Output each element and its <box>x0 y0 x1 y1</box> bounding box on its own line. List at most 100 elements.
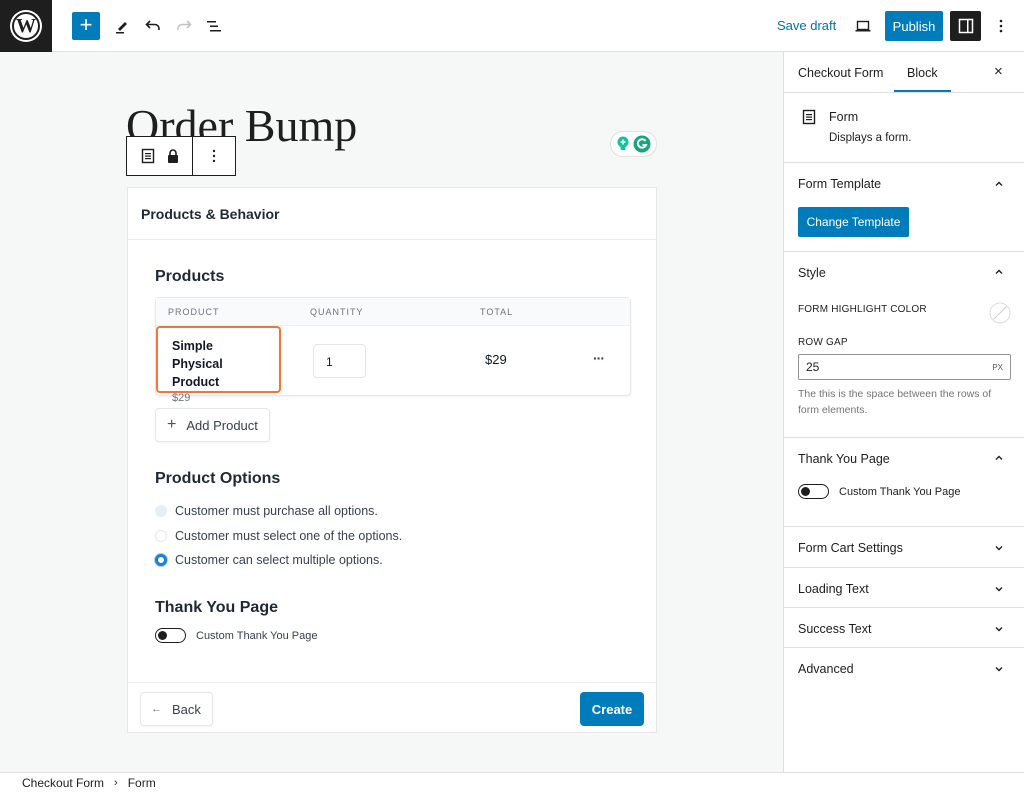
toggle-label: Custom Thank You Page <box>196 629 318 642</box>
back-label: Back <box>172 701 201 717</box>
row-gap-label: Row Gap <box>798 337 848 348</box>
radio-button-selected[interactable] <box>155 554 167 566</box>
radio-button[interactable] <box>155 530 167 542</box>
option-purchase-all[interactable]: Customer must purchase all options. <box>155 504 378 518</box>
chevron-right-icon: › <box>114 777 118 789</box>
more-vertical-icon <box>212 149 216 163</box>
create-button[interactable]: Create <box>580 692 644 726</box>
list-view-icon <box>207 21 221 32</box>
panel-form-template: Form Template Change Template <box>784 163 1024 252</box>
row-actions-menu[interactable]: ··· <box>593 350 605 366</box>
options-menu-button[interactable] <box>987 12 1015 40</box>
publish-button[interactable]: Publish <box>885 11 943 41</box>
chevron-down-icon <box>995 667 1003 672</box>
back-button[interactable]: ← Back <box>140 692 213 726</box>
wordpress-icon: W <box>12 12 40 40</box>
panel-title: Loading Text <box>798 582 869 596</box>
change-template-button[interactable]: Change Template <box>798 207 909 237</box>
preview-button[interactable] <box>849 12 877 40</box>
no-color-swatch[interactable] <box>989 302 1011 324</box>
redo-button[interactable] <box>170 12 198 40</box>
sidebar-tabs: Checkout Form Block × <box>784 52 1024 93</box>
lightbulb-icon <box>617 136 629 150</box>
column-header-total: TOTAL <box>480 307 514 317</box>
radio-button[interactable] <box>155 505 167 517</box>
row-total: $29 <box>485 352 507 367</box>
laptop-icon <box>855 20 871 32</box>
chevron-up-icon[interactable] <box>994 267 1004 277</box>
chevron-down-icon <box>995 587 1003 592</box>
custom-thank-you-toggle[interactable] <box>155 628 186 643</box>
panel-success-text[interactable]: Success Text <box>784 608 1024 648</box>
option-label: Customer must select one of the options. <box>175 529 403 543</box>
column-header-product: PRODUCT <box>168 307 220 317</box>
panel-title[interactable]: Form Template <box>798 177 881 191</box>
highlight-color-label: Form Highlight Color <box>798 304 927 315</box>
thank-you-heading: Thank You Page <box>155 599 278 616</box>
wordpress-logo-button[interactable]: W <box>0 0 52 52</box>
option-select-multiple[interactable]: Customer can select multiple options. <box>155 553 383 567</box>
block-description: Displays a form. <box>829 132 912 144</box>
custom-thank-you-toggle[interactable] <box>798 484 829 499</box>
undo-icon <box>145 20 160 30</box>
chevron-up-icon[interactable] <box>994 453 1004 463</box>
panel-title: Success Text <box>798 622 872 636</box>
option-label: Customer can select multiple options. <box>175 553 383 567</box>
chevron-down-icon <box>995 546 1003 551</box>
panel-thank-you: Thank You Page Custom Thank You Page <box>784 438 1024 527</box>
save-draft-button[interactable]: Save draft <box>777 18 836 33</box>
form-block-icon <box>802 109 816 125</box>
form-block-icon[interactable] <box>141 148 155 164</box>
panel-form-cart-settings[interactable]: Form Cart Settings <box>784 527 1024 568</box>
panel-title: Advanced <box>798 662 854 676</box>
panel-advanced[interactable]: Advanced <box>784 648 1024 688</box>
editor-topbar: W + Save draft Publish <box>0 0 1024 52</box>
undo-button[interactable] <box>139 12 167 40</box>
row-gap-help-text: The this is the space between the rows o… <box>798 388 992 416</box>
tab-block[interactable]: Block <box>894 66 950 92</box>
more-vertical-icon <box>999 19 1003 33</box>
column-header-quantity: QUANTITY <box>310 307 364 317</box>
tools-button[interactable] <box>108 12 136 40</box>
settings-sidebar-toggle[interactable] <box>950 11 981 41</box>
block-breadcrumb: Checkout Form › Form <box>0 772 1024 793</box>
document-overview-button[interactable] <box>200 12 228 40</box>
breadcrumb-item-form[interactable]: Form <box>128 776 156 790</box>
breadcrumb-item-checkout-form[interactable]: Checkout Form <box>22 776 104 790</box>
thank-you-toggle-row: Custom Thank You Page <box>155 628 318 643</box>
close-icon[interactable]: × <box>994 63 1003 80</box>
thank-you-toggle-row: Custom Thank You Page <box>798 484 961 499</box>
chevron-up-icon[interactable] <box>994 179 1004 189</box>
quantity-input[interactable]: 1 <box>313 344 366 378</box>
redo-icon <box>177 20 192 30</box>
panel-title: Form Cart Settings <box>798 541 903 555</box>
product-name: Simple Physical Product <box>172 339 223 389</box>
card-footer: ← Back Create <box>128 682 656 733</box>
product-options-heading: Product Options <box>155 470 281 487</box>
grammarly-widget[interactable] <box>611 132 656 156</box>
table-header: PRODUCT QUANTITY TOTAL <box>156 298 630 326</box>
add-product-button[interactable]: + Add Product <box>155 408 270 442</box>
lock-icon[interactable] <box>167 148 179 164</box>
toggle-label: Custom Thank You Page <box>839 485 961 498</box>
products-table: PRODUCT QUANTITY TOTAL Simple Physical P… <box>155 297 631 404</box>
block-options-button[interactable] <box>193 137 235 175</box>
row-gap-input[interactable]: 25 PX <box>798 354 1011 380</box>
block-name: Form <box>829 110 859 124</box>
panel-title[interactable]: Style <box>798 266 826 280</box>
product-cell[interactable]: Simple Physical Product $29 <box>156 326 281 404</box>
arrow-left-icon: ← <box>151 703 162 715</box>
tab-checkout-form[interactable]: Checkout Form <box>798 66 883 80</box>
panel-title[interactable]: Thank You Page <box>798 452 890 466</box>
panel-loading-text[interactable]: Loading Text <box>784 568 1024 608</box>
add-product-label: Add Product <box>186 417 258 433</box>
block-inserter-button[interactable]: + <box>72 12 100 40</box>
option-label: Customer must purchase all options. <box>175 504 378 518</box>
plus-icon: + <box>167 416 177 433</box>
option-select-one[interactable]: Customer must select one of the options. <box>155 529 402 543</box>
card-header: Products & Behavior <box>128 188 656 240</box>
products-heading: Products <box>155 268 225 285</box>
unit-selector[interactable]: PX <box>992 360 1003 374</box>
products-behavior-card: Products & Behavior Products PRODUCT QUA… <box>127 187 657 733</box>
row-gap-value: 25 <box>806 360 820 374</box>
